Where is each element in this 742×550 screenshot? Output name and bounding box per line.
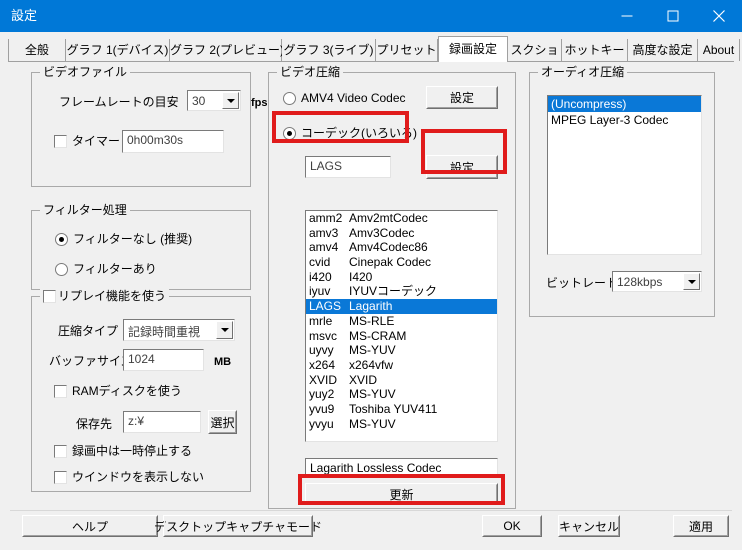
list-item[interactable]: XVID XVID xyxy=(306,373,497,388)
list-item[interactable]: MPEG Layer-3 Codec xyxy=(548,112,701,128)
minimize-button[interactable] xyxy=(604,0,650,32)
codec-settings-button[interactable]: 設定 xyxy=(426,155,498,179)
radio-circle-icon xyxy=(283,92,296,105)
list-item[interactable]: mrle MS-RLE xyxy=(306,314,497,329)
chevron-down-icon[interactable] xyxy=(683,273,700,290)
group-video-file-title: ビデオファイル xyxy=(40,65,131,79)
timer-checkbox-box[interactable] xyxy=(54,135,67,148)
list-item-selected[interactable]: LAGS Lagarith xyxy=(306,299,497,314)
client-area: 全般 グラフ 1(デバイス) グラフ 2(プレビュー) グラフ 3(ライブ) プ… xyxy=(0,32,742,550)
bitrate-value: 128kbps xyxy=(617,275,663,289)
minimize-icon xyxy=(621,15,633,17)
list-item[interactable]: yvyu MS-YUV xyxy=(306,417,497,432)
tab-screenshot[interactable]: スクショ xyxy=(508,39,562,61)
close-icon xyxy=(713,10,725,22)
group-video-compression-title: ビデオ圧縮 xyxy=(277,65,344,79)
bitrate-label: ビットレート xyxy=(546,276,619,290)
codec-fourcc-input[interactable]: LAGS xyxy=(305,156,391,178)
tab-graph3[interactable]: グラフ 3(ライブ) xyxy=(282,39,376,61)
close-button[interactable] xyxy=(696,0,742,32)
tab-underline xyxy=(8,61,734,62)
list-item[interactable]: amv3 Amv3Codec xyxy=(306,226,497,241)
maximize-icon xyxy=(667,10,679,22)
framerate-label: フレームレートの目安 xyxy=(59,95,179,109)
apply-button[interactable]: 適用 xyxy=(673,515,729,537)
timer-input[interactable]: 0h00m30s xyxy=(122,130,224,153)
chevron-down-icon[interactable] xyxy=(216,321,233,339)
savepath-input[interactable]: z:¥ xyxy=(123,411,201,433)
group-audio-compression: オーディオ圧縮 (Uncompress) MPEG Layer-3 Codec … xyxy=(529,65,715,317)
tab-graph2[interactable]: グラフ 2(プレビュー) xyxy=(170,39,284,61)
radio-circle-icon xyxy=(55,233,68,246)
tab-about[interactable]: About xyxy=(698,39,740,61)
ramdisk-checkbox-box[interactable] xyxy=(54,385,67,398)
buffer-size-input[interactable]: 1024 xyxy=(123,349,204,371)
tab-graph1[interactable]: グラフ 1(デバイス) xyxy=(66,39,170,61)
framerate-value: 30 xyxy=(192,94,206,108)
group-video-file: ビデオファイル フレームレートの目安 30 fps タイマー 0h00m30s xyxy=(31,65,268,187)
list-item-selected[interactable]: (Uncompress) xyxy=(548,96,701,112)
list-item[interactable]: x264 x264vfw xyxy=(306,358,497,373)
tab-hotkey[interactable]: ホットキー xyxy=(562,39,628,61)
tab-general[interactable]: 全般 xyxy=(8,39,66,61)
group-audio-compression-title: オーディオ圧縮 xyxy=(538,65,628,79)
cancel-button[interactable]: キャンセル xyxy=(558,515,620,537)
framerate-combo[interactable]: 30 xyxy=(187,90,241,111)
radio-circle-icon xyxy=(283,127,296,140)
hide-window-checkbox-box[interactable] xyxy=(54,471,67,484)
audio-codec-list[interactable]: (Uncompress) MPEG Layer-3 Codec xyxy=(547,95,702,255)
pause-checkbox-box[interactable] xyxy=(54,445,67,458)
filter-none-label: フィルターなし (推奨) xyxy=(73,232,193,246)
maximize-button[interactable] xyxy=(650,0,696,32)
list-item[interactable]: msvc MS-CRAM xyxy=(306,329,497,344)
tab-strip: 全般 グラフ 1(デバイス) グラフ 2(プレビュー) グラフ 3(ライブ) プ… xyxy=(8,36,740,62)
radio-circle-icon xyxy=(55,263,68,276)
desktop-capture-mode-button[interactable]: デスクトップキャプチャモード xyxy=(154,515,322,537)
codec-refresh-button[interactable]: 更新 xyxy=(305,483,498,505)
help-button[interactable]: ヘルプ xyxy=(22,515,158,537)
list-item[interactable]: yuy2 MS-YUV xyxy=(306,387,497,402)
hide-window-label: ウインドウを表示しない xyxy=(72,470,205,484)
codec-description: Lagarith Lossless Codec xyxy=(305,458,498,478)
tab-advanced[interactable]: 高度な設定 xyxy=(628,39,698,61)
chevron-down-icon[interactable] xyxy=(222,92,239,109)
group-video-compression: ビデオ圧縮 AMV4 Video Codec 設定 コーデック(いろいろ) LA… xyxy=(268,65,516,509)
title-bar: 設定 xyxy=(0,0,742,32)
replay-enable-checkbox[interactable] xyxy=(43,290,56,303)
compress-type-label: 圧縮タイプ xyxy=(58,324,119,338)
savepath-label: 保存先 xyxy=(76,417,113,431)
group-filter-title: フィルター処理 xyxy=(40,203,130,217)
ok-button[interactable]: OK xyxy=(482,515,542,537)
codec-list[interactable]: amm2 Amv2mtCodec amv3 Amv3Codec amv4 Amv4Co… xyxy=(305,210,498,442)
list-item[interactable]: yvu9 Toshiba YUV411 xyxy=(306,402,497,417)
compress-type-combo[interactable]: 記録時間重視 xyxy=(123,319,235,341)
buffer-size-label: バッファサイズ xyxy=(49,354,133,368)
codec-select-label: コーデック(いろいろ) xyxy=(301,126,417,140)
timer-label: タイマー xyxy=(72,134,121,148)
list-item[interactable]: amv4 Amv4Codec86 xyxy=(306,240,497,255)
footer-divider xyxy=(10,510,732,511)
ramdisk-label: RAMディスクを使う xyxy=(72,384,182,398)
tab-preset[interactable]: プリセット xyxy=(376,39,438,61)
list-item[interactable]: amm2 Amv2mtCodec xyxy=(306,211,497,226)
group-replay-title: リプレイ機能を使う xyxy=(40,289,170,303)
list-item[interactable]: i420 I420 xyxy=(306,270,497,285)
group-replay: リプレイ機能を使う 圧縮タイプ 記録時間重視 バッファサイズ 1024 MB R… xyxy=(31,289,251,492)
list-item[interactable]: cvid Cinepak Codec xyxy=(306,255,497,270)
group-filter: フィルター処理 フィルターなし (推奨) フィルターあり xyxy=(31,203,251,290)
bitrate-combo[interactable]: 128kbps xyxy=(612,271,702,292)
compress-type-value: 記録時間重視 xyxy=(128,325,201,339)
window-title: 設定 xyxy=(11,8,38,23)
list-item[interactable]: iyuv IYUVコーデック xyxy=(306,284,497,299)
tab-recording[interactable]: 録画設定 xyxy=(438,36,508,62)
settings-window: 設定 全般 グラフ 1(デバイス) グラフ 2(プレビュー) グラフ 3(ライブ… xyxy=(0,0,742,550)
amv4-settings-button[interactable]: 設定 xyxy=(426,86,498,109)
pause-label: 録画中は一時停止する xyxy=(72,444,193,458)
list-item[interactable]: uyvy MS-YUV xyxy=(306,343,497,358)
buffer-size-unit: MB xyxy=(214,356,232,368)
savepath-select-button[interactable]: 選択 xyxy=(208,410,237,434)
filter-on-label: フィルターあり xyxy=(73,262,157,276)
fps-unit-label: fps xyxy=(251,97,268,109)
amv4-codec-label: AMV4 Video Codec xyxy=(301,91,406,105)
